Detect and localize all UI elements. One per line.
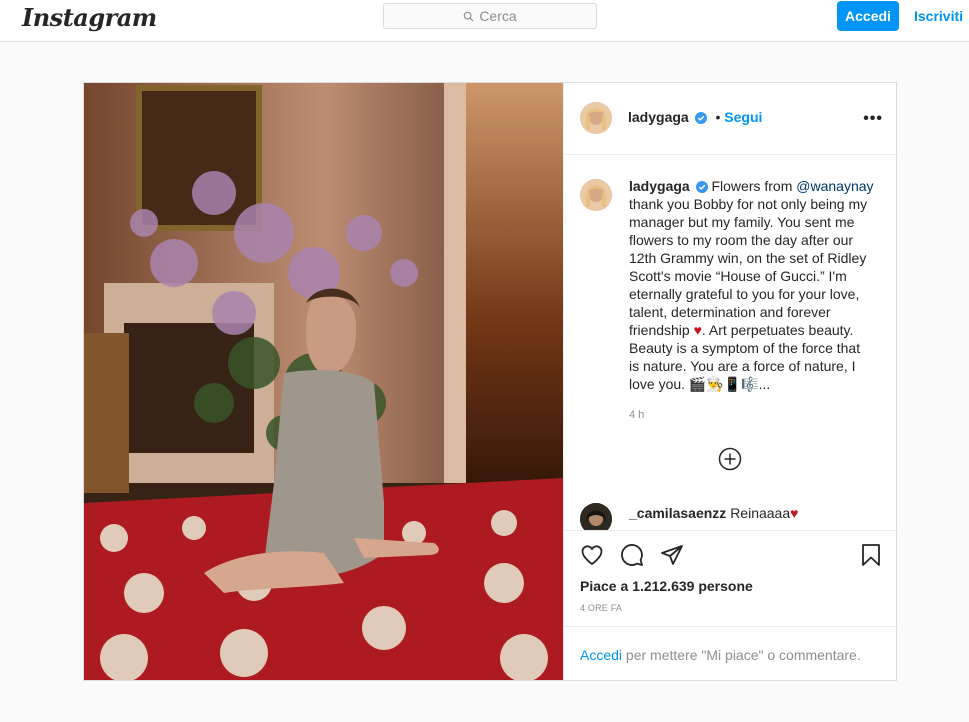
bookmark-save-icon[interactable] [859, 543, 883, 567]
load-more-comments-icon[interactable] [718, 447, 742, 476]
comment-row: _camilasaenzz Reinaaaa♥ [580, 501, 880, 531]
search-placeholder: Cerca [479, 8, 517, 24]
instagram-logo[interactable]: Instagram [22, 3, 157, 32]
comment-text: Reinaaaa [730, 505, 791, 521]
commenter-username[interactable]: _camilasaenzz [629, 505, 726, 521]
comment-bubble-icon[interactable] [620, 543, 644, 567]
search-input[interactable]: Cerca [383, 3, 597, 29]
follow-button[interactable]: Segui [724, 109, 762, 125]
caption-avatar[interactable] [580, 179, 612, 211]
heart-emoji-icon: ♥ [693, 322, 702, 338]
share-paper-plane-icon[interactable] [660, 543, 684, 567]
post-header: ladygaga • Segui ••• [564, 83, 897, 155]
post-caption: ladygaga Flowers from @wanaynay thank yo… [629, 177, 874, 393]
mention-link[interactable]: @wanaynay [796, 178, 873, 194]
like-heart-icon[interactable] [580, 543, 604, 567]
post-actions: Piace a 1.212.639 persone 4 ORE FA Acced… [564, 530, 897, 680]
search-icon [464, 11, 474, 22]
login-prompt: Accedi per mettere "Mi piace" o commenta… [564, 626, 897, 681]
heart-emoji-icon: ♥ [790, 505, 799, 521]
likes-count[interactable]: Piace a 1.212.639 persone [580, 578, 753, 594]
caption-timestamp[interactable]: 4 h [629, 409, 644, 421]
top-navigation-bar: Instagram Cerca Accedi Iscriviti [0, 0, 969, 42]
verified-badge-icon [695, 112, 708, 124]
caption-username[interactable]: ladygaga [629, 178, 690, 194]
post-sidebar: ladygaga • Segui ••• ladygaga Flowers fr… [563, 83, 897, 680]
post-card: ladygaga • Segui ••• ladygaga Flowers fr… [83, 82, 897, 681]
login-prompt-text: per mettere "Mi piace" o commentare. [622, 647, 861, 663]
verified-badge-icon [695, 181, 708, 193]
post-date[interactable]: 4 ORE FA [580, 603, 622, 613]
username[interactable]: ladygaga [628, 109, 689, 125]
caption-text-intro: Flowers from [711, 178, 797, 194]
login-to-comment-link[interactable]: Accedi [580, 647, 622, 663]
avatar[interactable] [580, 102, 612, 134]
post-image[interactable] [84, 83, 563, 680]
more-options-icon[interactable]: ••• [863, 110, 883, 128]
login-button[interactable]: Accedi [837, 1, 899, 31]
caption-text-body: thank you Bobby for not only being my ma… [629, 196, 868, 338]
signup-link[interactable]: Iscriviti [914, 8, 963, 24]
commenter-avatar[interactable] [580, 503, 612, 531]
separator-dot: • [711, 109, 725, 125]
